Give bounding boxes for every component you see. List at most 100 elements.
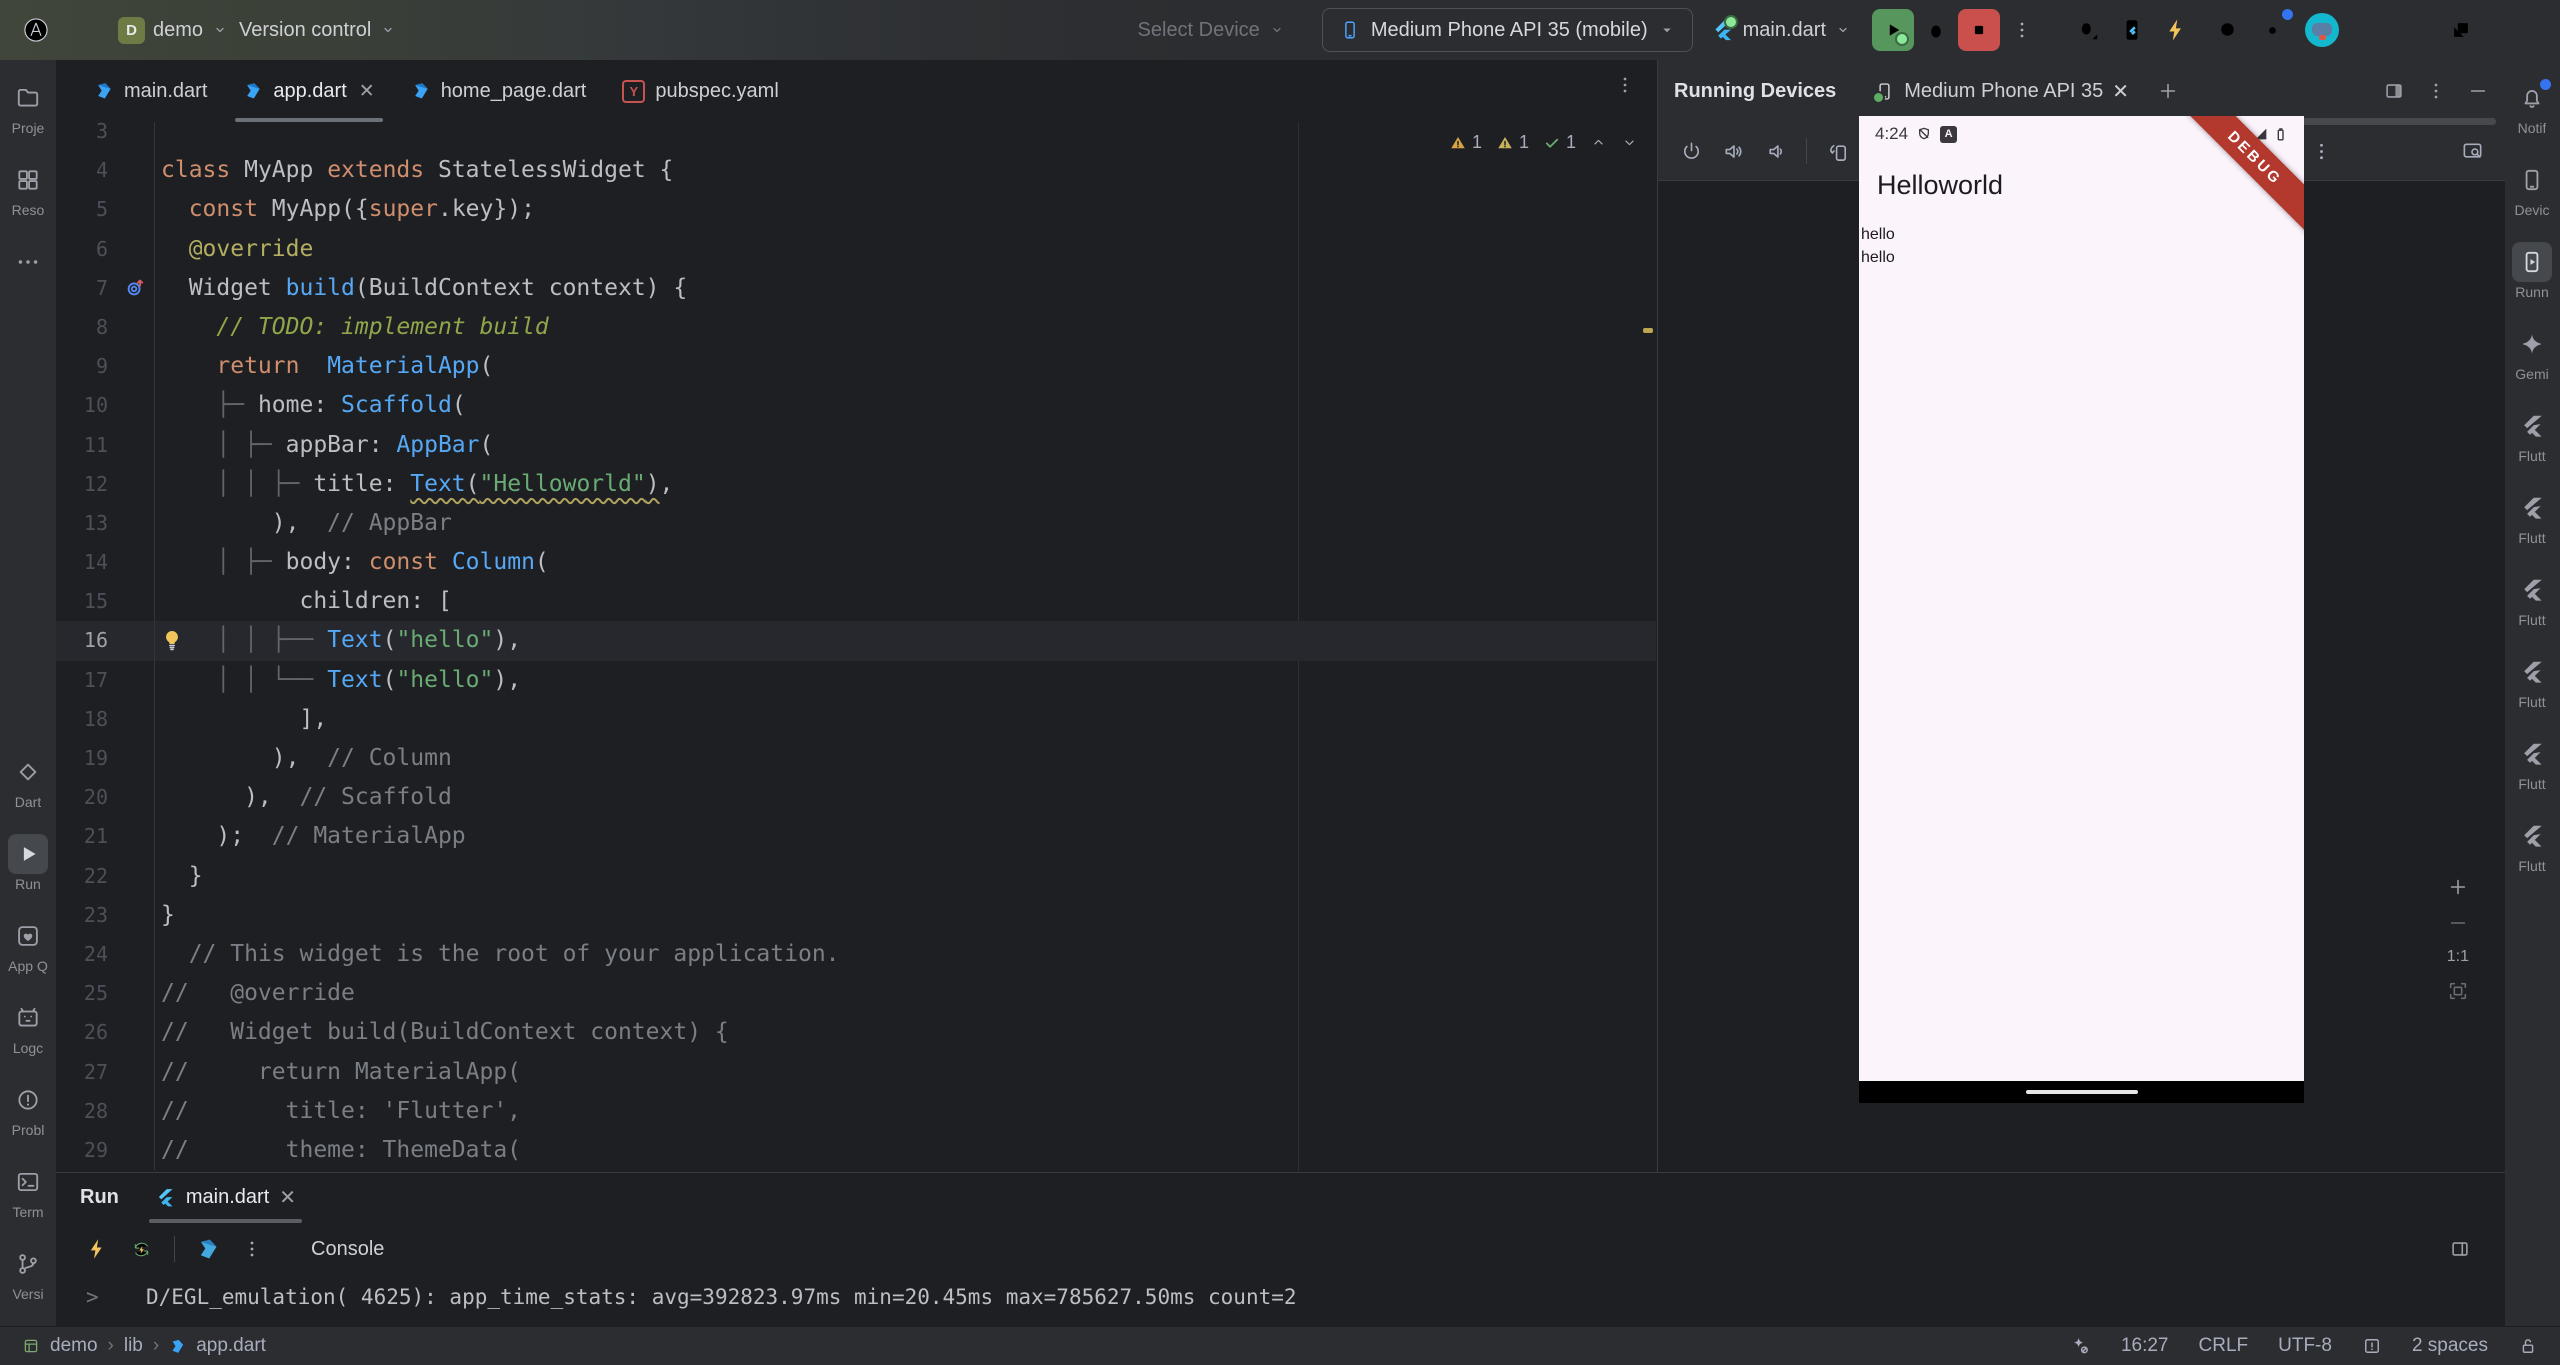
code-line-17[interactable]: 17 │ │ └── Text("hello"), <box>56 661 1656 700</box>
display-mode-button[interactable] <box>2453 132 2491 170</box>
hot-restart-button[interactable] <box>122 1230 160 1268</box>
cursor-position[interactable]: 16:27 <box>2121 1335 2169 1357</box>
encoding[interactable]: UTF-8 <box>2278 1335 2332 1357</box>
hot-restart-button[interactable] <box>2154 8 2198 52</box>
inspection-widget[interactable]: 1 1 1 <box>1449 132 1638 153</box>
volume-down-button[interactable] <box>1756 132 1794 170</box>
left-stripe-item-probl[interactable]: Probl <box>8 1080 48 1138</box>
editor-tab-app-dart[interactable]: app.dart✕ <box>225 60 392 122</box>
left-stripe-item-versi[interactable]: Versi <box>8 1244 48 1302</box>
emulator-screen[interactable]: 4:24 A 3G Helloworld hello hello DEBUG <box>1859 116 2304 1103</box>
code-line-15[interactable]: 15 children: [ <box>56 582 1656 621</box>
code-line-23[interactable]: 23} <box>56 896 1656 935</box>
right-stripe-item-flutt[interactable]: Flutt <box>2512 816 2552 874</box>
dart-icon[interactable] <box>189 1230 227 1268</box>
right-stripe-item-flutt[interactable]: Flutt <box>2512 406 2552 464</box>
code-line-21[interactable]: 21 ); // MaterialApp <box>56 817 1656 856</box>
code-line-29[interactable]: 29// theme: ThemeData( <box>56 1131 1656 1170</box>
right-stripe-item-flutt[interactable]: Flutt <box>2512 488 2552 546</box>
run-tab[interactable]: main.dart ✕ <box>149 1173 302 1221</box>
code-line-22[interactable]: 22 } <box>56 857 1656 896</box>
code-line-9[interactable]: 9 return MaterialApp( <box>56 347 1656 386</box>
run-button[interactable] <box>1872 9 1914 51</box>
volume-up-button[interactable] <box>1714 132 1752 170</box>
close-tab-icon[interactable]: ✕ <box>359 80 375 103</box>
code-line-16[interactable]: 16 │ │ ├── Text("hello"), <box>56 621 1656 660</box>
fold-chevron-icon[interactable]: > <box>56 1285 146 1309</box>
code-line-27[interactable]: 27// return MaterialApp( <box>56 1053 1656 1092</box>
code-line-4[interactable]: 4class MyApp extends StatelessWidget { <box>56 151 1656 190</box>
maximize-button[interactable] <box>2430 8 2492 52</box>
code-line-18[interactable]: 18 ], <box>56 700 1656 739</box>
code-line-28[interactable]: 28// title: 'Flutter', <box>56 1092 1656 1131</box>
code-line-11[interactable]: 11 │ ├─ appBar: AppBar( <box>56 426 1656 465</box>
editor-tab-main-dart[interactable]: main.dart <box>76 60 225 122</box>
intention-bulb-icon[interactable] <box>160 628 184 652</box>
left-stripe-item-run[interactable]: Run <box>8 834 48 892</box>
minimize-button[interactable] <box>2368 8 2430 52</box>
code-line-26[interactable]: 26// Widget build(BuildContext context) … <box>56 1013 1656 1052</box>
code-line-10[interactable]: 10 ├─ home: Scaffold( <box>56 386 1656 425</box>
panel-options-button[interactable] <box>2425 80 2447 102</box>
code-line-7[interactable]: 7 Widget build(BuildContext context) { <box>56 269 1656 308</box>
add-device-button[interactable] <box>2157 80 2179 102</box>
fit-to-screen-button[interactable] <box>2447 980 2469 1002</box>
right-stripe-item-gemi[interactable]: Gemi <box>2512 324 2552 382</box>
close-button[interactable] <box>2492 8 2554 52</box>
crumb-project[interactable]: demo <box>50 1335 98 1357</box>
power-button[interactable] <box>1672 132 1710 170</box>
console-tab[interactable]: Console <box>311 1238 384 1261</box>
user-avatar[interactable] <box>2300 8 2344 52</box>
lock-open-icon[interactable] <box>2518 1336 2538 1356</box>
run-configuration-dropdown[interactable]: main.dart <box>1711 8 1852 52</box>
layout-options-button[interactable] <box>2383 80 2405 102</box>
editor-tab-home_page-dart[interactable]: home_page.dart <box>393 60 605 122</box>
more-run-actions-button[interactable] <box>2000 8 2044 52</box>
debug-button[interactable] <box>1914 8 1958 52</box>
rotate-left-button[interactable] <box>1819 132 1857 170</box>
left-stripe-item-reso[interactable]: Reso <box>8 160 48 218</box>
indent-setting[interactable]: 2 spaces <box>2412 1335 2488 1357</box>
vcs-widget[interactable]: Version control <box>239 8 397 52</box>
left-stripe-item-app-q[interactable]: App Q <box>8 916 48 974</box>
console-output[interactable]: > D/EGL_emulation( 4625): app_time_stats… <box>56 1277 2505 1317</box>
select-device-dropdown[interactable]: Select Device <box>1138 8 1286 52</box>
right-stripe-item-flutt[interactable]: Flutt <box>2512 734 2552 792</box>
ai-assistant-off-icon[interactable] <box>2069 1335 2091 1357</box>
main-menu-button[interactable] <box>58 8 102 52</box>
left-stripe-item-proje[interactable]: Proje <box>8 78 48 136</box>
code-line-6[interactable]: 6 @override <box>56 230 1656 269</box>
settings-button[interactable] <box>2250 8 2294 52</box>
override-marker-icon[interactable] <box>124 277 146 299</box>
left-stripe-item-logc[interactable]: Logc <box>8 998 48 1056</box>
console-options-button[interactable] <box>233 1230 271 1268</box>
zoom-out-button[interactable] <box>2447 912 2469 934</box>
left-stripe-item-dart[interactable]: Dart <box>8 752 48 810</box>
zoom-reset-button[interactable]: 1:1 <box>2447 948 2469 966</box>
right-stripe-item-flutt[interactable]: Flutt <box>2512 570 2552 628</box>
code-line-5[interactable]: 5 const MyApp({super.key}); <box>56 190 1656 229</box>
device-dropdown[interactable]: Medium Phone API 35 (mobile) <box>1322 8 1693 52</box>
left-stripe-item-term[interactable]: Term <box>8 1162 48 1220</box>
left-stripe-item-more-h[interactable] <box>8 242 48 282</box>
code-line-13[interactable]: 13 ), // AppBar <box>56 504 1656 543</box>
code-line-12[interactable]: 12 │ │ ├─ title: Text("Helloworld"), <box>56 465 1656 504</box>
breadcrumb[interactable]: demo › lib › app.dart <box>22 1335 266 1357</box>
next-problem-button[interactable] <box>1621 134 1638 151</box>
crumb-dir[interactable]: lib <box>124 1335 143 1357</box>
tab-options-button[interactable] <box>1614 74 1636 96</box>
close-device-tab-icon[interactable]: ✕ <box>2112 79 2129 104</box>
close-run-tab-icon[interactable]: ✕ <box>279 1185 296 1210</box>
open-devtools-button[interactable] <box>2110 8 2154 52</box>
code-line-19[interactable]: 19 ), // Column <box>56 739 1656 778</box>
layout-settings-icon[interactable] <box>2449 1238 2471 1260</box>
flutter-attach-debugger-button[interactable] <box>2066 8 2110 52</box>
kebab-button[interactable] <box>2302 132 2340 170</box>
code-line-24[interactable]: 24 // This widget is the root of your ap… <box>56 935 1656 974</box>
editor-tab-pubspec-yaml[interactable]: Ypubspec.yaml <box>604 60 796 122</box>
prev-problem-button[interactable] <box>1590 134 1607 151</box>
device-tab[interactable]: Medium Phone API 35 ✕ <box>1866 79 2137 104</box>
stop-button[interactable] <box>1958 9 2000 51</box>
code-line-3[interactable]: 3 <box>56 122 1656 151</box>
right-stripe-item-notif[interactable]: Notif <box>2512 78 2552 136</box>
